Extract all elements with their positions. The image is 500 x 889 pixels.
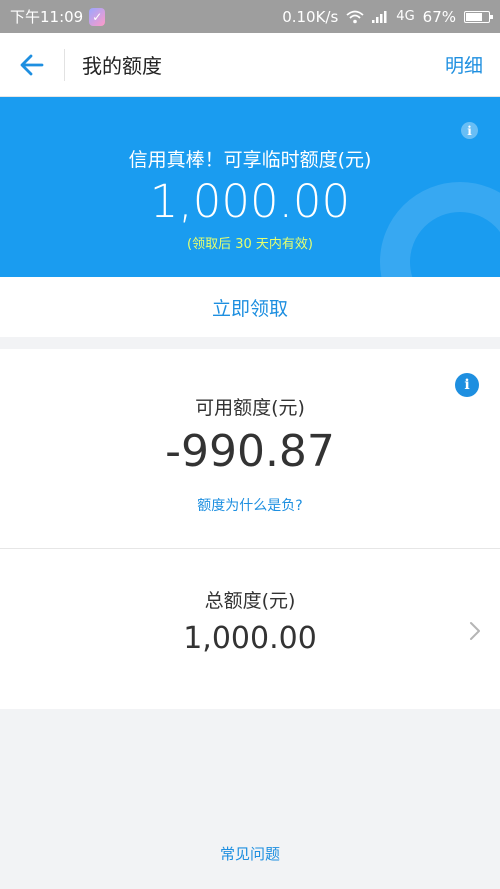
back-arrow-icon <box>20 54 44 75</box>
faq-link[interactable]: 常见问题 <box>0 843 500 864</box>
available-credit-card: i 可用额度(元) -990.87 额度为什么是负? <box>0 349 500 549</box>
banner-note: (领取后 30 天内有效) <box>187 237 313 252</box>
wifi-icon <box>346 10 364 23</box>
status-time: 下午11:09 <box>10 8 84 26</box>
details-button[interactable]: 明细 <box>445 51 500 78</box>
claim-button[interactable]: 立即领取 <box>0 277 500 337</box>
nav-bar: 我的额度 明细 <box>0 33 500 97</box>
total-label: 总额度(元) <box>204 590 296 612</box>
banner-headline: 信用真棒！可享临时额度(元) <box>128 149 372 171</box>
nav-divider <box>64 48 65 81</box>
battery-percent: 67% <box>422 7 456 26</box>
back-button[interactable] <box>0 33 64 97</box>
total-credit-row[interactable]: 总额度(元) 1,000.00 <box>0 549 500 709</box>
network-speed: 0.10K/s <box>282 7 339 26</box>
negative-help-link[interactable]: 额度为什么是负? <box>0 495 500 515</box>
temp-credit-banner: i 信用真棒！可享临时额度(元) 1,000.00 (领取后 30 天内有效) <box>0 97 500 277</box>
shield-icon: ✓ <box>89 7 106 26</box>
network-type: 4G <box>396 9 415 24</box>
battery-icon <box>464 10 493 23</box>
banner-amount: 1,000.00 <box>149 175 351 228</box>
status-left: 下午11:09 ✓ <box>10 6 106 27</box>
total-value: 1,000.00 <box>183 621 317 656</box>
banner-info-icon[interactable]: i <box>461 122 478 139</box>
available-label: 可用额度(元) <box>195 397 305 419</box>
status-bar: 下午11:09 ✓ 0.10K/s 4G 67% <box>0 0 500 33</box>
available-value: -990.87 <box>165 426 335 477</box>
chevron-right-icon <box>470 622 480 640</box>
page-title: 我的额度 <box>82 54 162 78</box>
status-right: 0.10K/s 4G 67% <box>282 7 493 26</box>
signal-icon <box>372 10 387 23</box>
